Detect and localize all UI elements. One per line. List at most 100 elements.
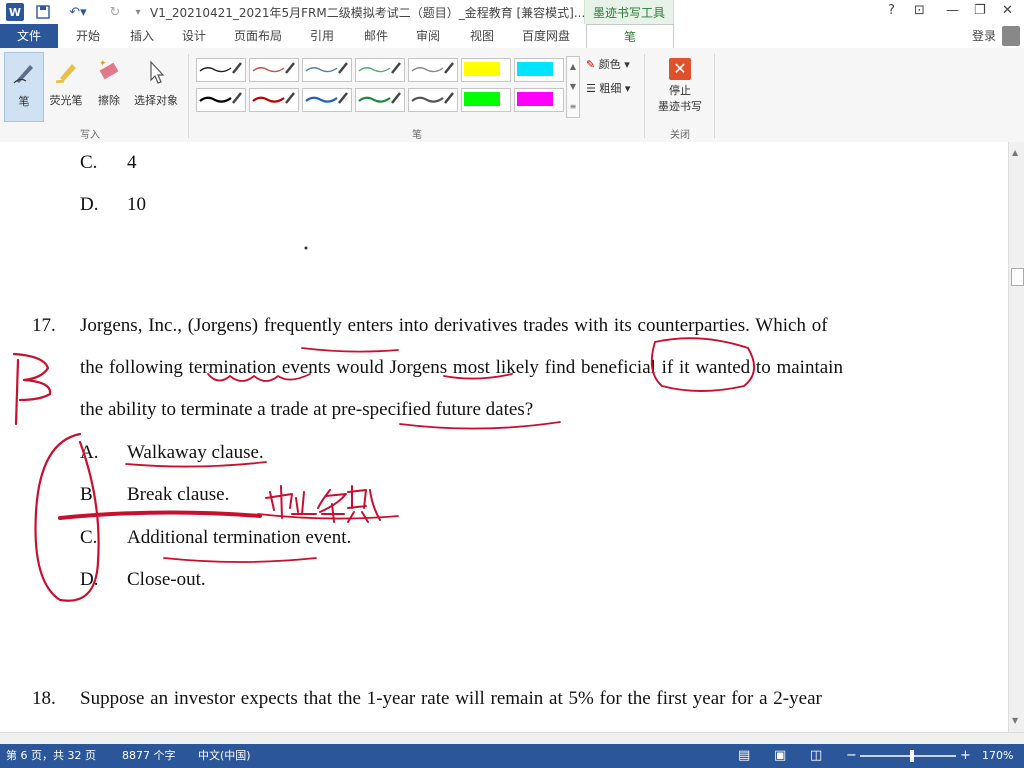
ink-underline (257, 513, 399, 520)
pen-style-swatch[interactable] (249, 88, 299, 112)
option-text: 4 (127, 152, 137, 173)
pen-style-swatch[interactable] (355, 88, 405, 112)
thickness-label: 粗细 (599, 82, 622, 95)
ink-color-button[interactable]: ✎ 颜色 ▾ (586, 56, 630, 72)
redo-icon[interactable]: ↻ (106, 3, 124, 21)
option-text: Walkaway clause. (127, 442, 264, 463)
pen-icon (5, 53, 43, 93)
close-button[interactable]: ✕ (1002, 3, 1013, 18)
ink-letter-b (12, 352, 52, 426)
zoom-out-icon[interactable]: − (846, 744, 857, 768)
quick-access-menu-icon[interactable]: ▾ (132, 3, 144, 21)
tab-design[interactable]: 设计 (176, 24, 212, 48)
pen-style-swatch[interactable] (302, 88, 352, 112)
svg-text:✦: ✦ (99, 59, 107, 69)
pen-style-swatch[interactable] (514, 58, 564, 82)
tab-page-layout[interactable]: 页面布局 (228, 24, 288, 48)
pen-style-swatch[interactable] (249, 58, 299, 82)
group-separator (644, 54, 645, 138)
question-text-line: the ability to terminate a trade at pre-… (80, 399, 534, 420)
scroll-down-icon[interactable]: ▼ (1012, 716, 1018, 725)
pen-style-swatch[interactable] (461, 88, 511, 112)
question-text-line: Suppose an investor expects that the 1-y… (80, 688, 822, 709)
zoom-level[interactable]: 170% (982, 744, 1013, 768)
option-text: Additional termination event. (127, 527, 352, 548)
zoom-in-icon[interactable]: + (960, 744, 971, 768)
select-objects-button[interactable]: 选择对象 (130, 52, 182, 120)
option-text: 10 (127, 194, 146, 215)
option-letter: D. (80, 194, 99, 215)
print-layout-icon[interactable]: ▣ (774, 744, 786, 768)
ribbon: 笔 荧光笔 ✦ 擦除 选择对象 写入 ▲ ▼ ≡ 笔 ✎ 颜色 ▾ ☰ 粗细 ▾ ✕… (0, 48, 1024, 143)
tab-view[interactable]: 视图 (464, 24, 500, 48)
thickness-button[interactable]: ☰ 粗细 ▾ (586, 80, 630, 96)
tab-baidu-netdisk[interactable]: 百度网盘 (516, 24, 576, 48)
minimize-button[interactable]: — (946, 3, 959, 18)
zoom-slider-thumb[interactable] (910, 750, 914, 762)
ink-underline (163, 557, 317, 563)
option-text: Break clause. (127, 484, 230, 505)
window-title: V1_20210421_2021年5月FRM二级模拟考试二（题目）_金程教育 [… (150, 6, 586, 20)
ribbon-display-icon[interactable]: ⊡ (914, 3, 925, 18)
gallery-scroll[interactable]: ▲ ▼ ≡ (566, 56, 580, 118)
pen-style-swatch[interactable] (408, 58, 458, 82)
question-text-line: Jorgens, Inc., (Jorgens) frequently ente… (80, 315, 828, 336)
vertical-scrollbar[interactable]: ▲ ▼ (1008, 142, 1024, 732)
page-count[interactable]: 第 6 页，共 32 页 (6, 744, 96, 768)
login-link[interactable]: 登录 (972, 24, 996, 48)
scroll-thumb[interactable] (1011, 268, 1024, 286)
ribbon-tabs: 文件 开始 插入 设计 页面布局 引用 邮件 审阅 视图 百度网盘 笔 登录 (0, 24, 1024, 50)
option-letter: D. (80, 569, 99, 590)
pen-style-swatch[interactable] (355, 58, 405, 82)
help-button[interactable]: ? (888, 3, 895, 18)
ink-underline (399, 421, 561, 430)
select-pointer-icon (130, 52, 182, 92)
pen-style-swatch[interactable] (196, 88, 246, 112)
ink-color-icon: ✎ (586, 58, 596, 71)
tab-home[interactable]: 开始 (70, 24, 106, 48)
eraser-tool-label: 擦除 (98, 94, 120, 107)
user-avatar[interactable] (1002, 26, 1020, 46)
question-number: 18. (32, 688, 56, 709)
pen-style-swatch[interactable] (302, 58, 352, 82)
eraser-tool-button[interactable]: ✦ 擦除 (90, 52, 128, 120)
pen-style-swatch[interactable] (196, 58, 246, 82)
group-separator (714, 54, 715, 138)
word-app-icon[interactable]: W (6, 3, 24, 21)
restore-button[interactable]: ❐ (974, 3, 986, 18)
highlighter-tool-label: 荧光笔 (49, 94, 83, 107)
ink-dot (304, 246, 308, 250)
ink-chinese-note (265, 485, 381, 523)
option-letter: A. (80, 442, 99, 463)
pen-style-swatch[interactable] (461, 58, 511, 82)
read-mode-icon[interactable]: ▤ (738, 744, 750, 768)
ink-color-label: 颜色 (598, 58, 621, 71)
ink-strike-line (58, 510, 262, 520)
pen-style-swatch[interactable] (514, 88, 564, 112)
pen-tool-label: 笔 (18, 95, 30, 108)
option-letter: B. (80, 484, 98, 505)
stop-inking-button[interactable]: ✕ 停止 墨迹书写 (652, 54, 708, 122)
pen-group-label: 笔 (412, 130, 422, 141)
scroll-up-icon[interactable]: ▲ (1012, 148, 1018, 157)
undo-icon[interactable]: ↶▾ (64, 3, 92, 21)
save-icon[interactable] (34, 3, 52, 21)
close-group-label: 关闭 (670, 130, 690, 141)
tab-insert[interactable]: 插入 (124, 24, 160, 48)
tab-file[interactable]: 文件 (0, 24, 58, 48)
word-count[interactable]: 8877 个字 (122, 744, 176, 768)
pen-tool-button[interactable]: 笔 (4, 52, 44, 122)
option-letter: C. (80, 152, 98, 173)
zoom-slider[interactable] (860, 755, 956, 757)
tab-review[interactable]: 审阅 (410, 24, 446, 48)
select-objects-label: 选择对象 (134, 94, 178, 107)
highlighter-tool-button[interactable]: 荧光笔 (46, 52, 86, 120)
pen-style-swatch[interactable] (408, 88, 458, 112)
ink-underline (301, 347, 399, 353)
web-layout-icon[interactable]: ◫ (810, 744, 822, 768)
document-canvas[interactable]: C. 4 D. 10 17. Jorgens, Inc., (Jorgens) … (0, 142, 1008, 744)
tab-pen[interactable]: 笔 (586, 24, 674, 50)
tab-mailings[interactable]: 邮件 (358, 24, 394, 48)
language-indicator[interactable]: 中文(中国) (198, 744, 251, 768)
tab-references[interactable]: 引用 (304, 24, 340, 48)
